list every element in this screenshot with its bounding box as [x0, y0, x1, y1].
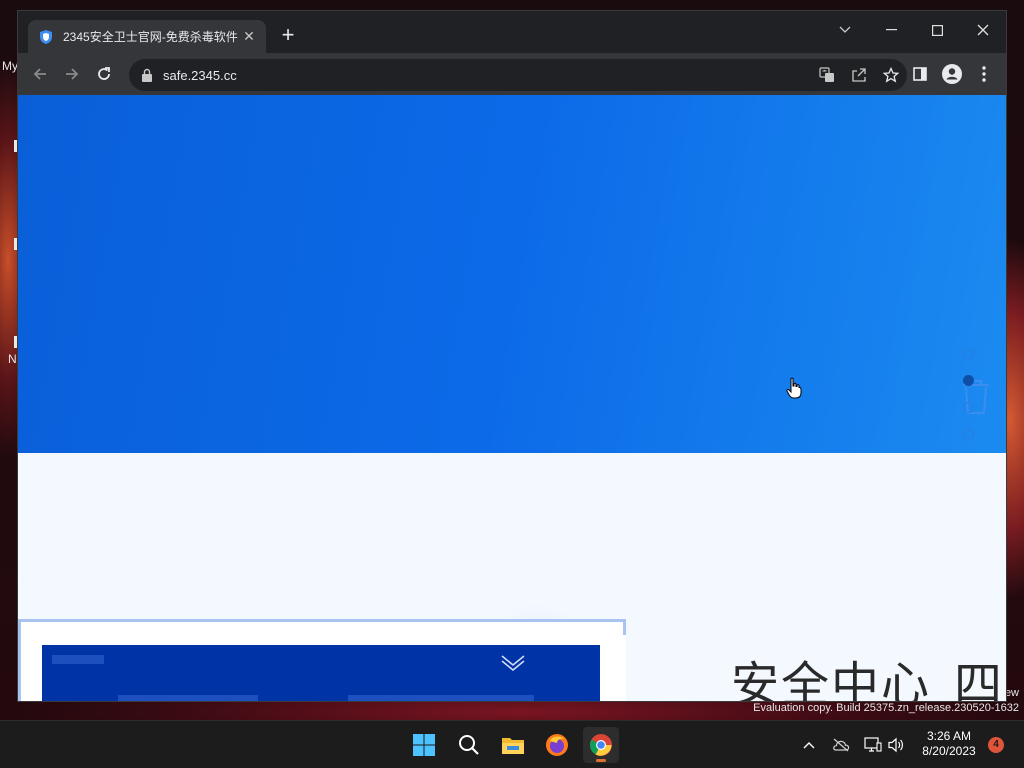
- profile-avatar-icon[interactable]: [939, 61, 965, 87]
- carousel-dot[interactable]: [963, 402, 974, 413]
- maximize-icon[interactable]: [922, 17, 952, 43]
- active-app-indicator: [596, 759, 606, 762]
- notification-badge[interactable]: 4: [988, 737, 1004, 753]
- share-icon[interactable]: [843, 59, 875, 91]
- tray-chevron-up-icon[interactable]: [798, 734, 820, 756]
- watermark-edge: ew: [1004, 687, 1019, 699]
- forward-arrow-icon[interactable]: [59, 61, 85, 87]
- browser-titlebar: 2345安全卫士官网-免费杀毒软件 ✕ +: [18, 11, 1006, 53]
- tab-search-chevron-icon[interactable]: [830, 17, 860, 43]
- card-placeholder-bar: [52, 655, 104, 664]
- desktop-icon-label-n[interactable]: N: [8, 352, 17, 366]
- section-title-next: 四: [954, 657, 1003, 702]
- new-tab-plus-icon[interactable]: +: [276, 24, 300, 48]
- feature-card-panel[interactable]: [42, 645, 600, 701]
- start-windows-icon[interactable]: [406, 727, 442, 763]
- card-corner-bracket: [620, 619, 626, 635]
- bookmark-star-icon[interactable]: [875, 59, 907, 91]
- hand-cursor-icon: [786, 377, 802, 399]
- taskbar-clock[interactable]: 3:26 AM 8/20/2023: [915, 729, 983, 759]
- browser-toolbar: safe.2345.cc: [18, 53, 1006, 95]
- address-url: safe.2345.cc: [163, 67, 237, 83]
- chrome-icon[interactable]: [583, 727, 619, 763]
- reload-icon[interactable]: [91, 61, 117, 87]
- carousel-dot[interactable]: [963, 429, 974, 440]
- chevron-down-icon[interactable]: [500, 653, 526, 671]
- address-bar[interactable]: safe.2345.cc: [129, 59, 907, 91]
- close-window-icon[interactable]: [968, 17, 998, 43]
- file-explorer-folder-icon[interactable]: [495, 727, 531, 763]
- side-panel-icon[interactable]: [907, 61, 933, 87]
- translate-icon[interactable]: [811, 59, 843, 91]
- tab-close-icon[interactable]: ✕: [240, 28, 258, 45]
- onedrive-offline-icon[interactable]: [830, 734, 852, 756]
- network-icon[interactable]: [862, 734, 884, 756]
- minimize-icon[interactable]: [876, 17, 906, 43]
- section-title: 安全中心: [731, 657, 932, 702]
- carousel-dot-active[interactable]: [963, 375, 974, 386]
- page-viewport[interactable]: 安全中心 四: [18, 95, 1006, 702]
- carousel-indicators: [963, 348, 977, 456]
- shield-favicon-icon: [40, 29, 52, 44]
- volume-icon[interactable]: [885, 734, 907, 756]
- desktop-icon-label-my[interactable]: My: [2, 59, 18, 73]
- browser-window: 2345安全卫士官网-免费杀毒软件 ✕ + safe.2345.cc 安全中心 …: [17, 10, 1007, 702]
- back-arrow-icon[interactable]: [27, 61, 53, 87]
- menu-kebab-icon[interactable]: [971, 61, 997, 87]
- taskbar: 3:26 AM 8/20/2023 4: [0, 720, 1024, 768]
- lock-icon[interactable]: [141, 68, 153, 82]
- tab-title: 2345安全卫士官网-免费杀毒软件: [63, 30, 238, 44]
- clock-time: 3:26 AM: [926, 729, 972, 743]
- hero-banner[interactable]: [18, 95, 1006, 453]
- firefox-icon[interactable]: [539, 727, 575, 763]
- card-placeholder-bar: [118, 695, 258, 701]
- carousel-dot[interactable]: [963, 348, 974, 359]
- search-icon[interactable]: [451, 727, 487, 763]
- clock-date: 8/20/2023: [922, 744, 976, 758]
- card-placeholder-bar: [348, 695, 534, 701]
- browser-tab[interactable]: 2345安全卫士官网-免费杀毒软件 ✕: [28, 20, 266, 53]
- evaluation-watermark: Evaluation copy. Build 25375.zn_release.…: [753, 702, 1019, 714]
